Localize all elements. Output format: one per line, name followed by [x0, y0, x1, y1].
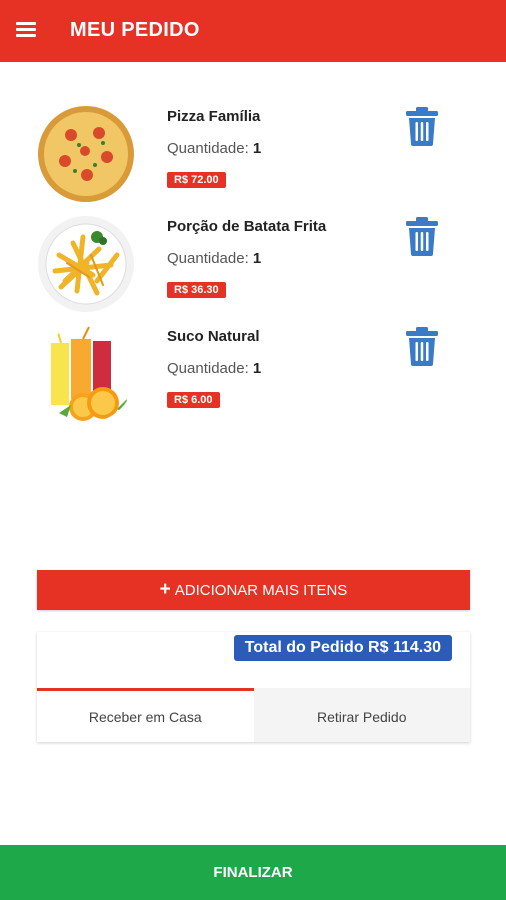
order-summary-card: Total do Pedido R$ 114.30 Receber em Cas…	[37, 632, 470, 742]
price-badge: R$ 72.00	[167, 172, 226, 188]
item-quantity: Quantidade: 1	[167, 250, 261, 267]
tab-label: Retirar Pedido	[317, 708, 407, 725]
fries-image	[37, 215, 135, 313]
juice-image	[37, 325, 135, 423]
quantity-value: 1	[252, 360, 262, 377]
app-bar: MEU PEDIDO	[0, 0, 506, 62]
quantity-label: Quantidade:	[167, 250, 249, 267]
price-badge: R$ 36.30	[167, 282, 226, 298]
hamburger-menu-icon[interactable]	[16, 22, 36, 38]
trash-icon[interactable]	[404, 216, 440, 256]
quantity-label: Quantidade:	[167, 140, 249, 157]
list-item: Pizza Família Quantidade: 1 R$ 72.00	[0, 100, 506, 210]
add-more-label: ADICIONAR MAIS ITENS	[174, 581, 348, 599]
finalize-label: FINALIZAR	[213, 864, 293, 881]
item-quantity: Quantidade: 1	[167, 360, 261, 377]
tab-retirar-pedido[interactable]: Retirar Pedido	[253, 688, 470, 742]
item-name: Pizza Família	[167, 108, 261, 125]
list-item: Porção de Batata Frita Quantidade: 1 R$ …	[0, 210, 506, 320]
item-name: Porção de Batata Frita	[167, 218, 327, 235]
quantity-label: Quantidade:	[167, 360, 249, 377]
order-total-badge: Total do Pedido R$ 114.30	[233, 635, 452, 661]
delivery-tabs: Receber em Casa Retirar Pedido	[37, 688, 470, 742]
trash-icon[interactable]	[404, 326, 440, 366]
item-name: Suco Natural	[167, 328, 260, 345]
list-item: Suco Natural Quantidade: 1 R$ 6.00	[0, 320, 506, 430]
plus-icon: +	[159, 579, 171, 600]
finalize-button[interactable]: FINALIZAR	[0, 845, 506, 900]
price-badge: R$ 6.00	[167, 392, 220, 408]
tab-label: Receber em Casa	[88, 708, 202, 725]
page-title: MEU PEDIDO	[70, 19, 200, 41]
trash-icon[interactable]	[404, 106, 440, 146]
add-more-items-button[interactable]: + ADICIONAR MAIS ITENS	[37, 570, 470, 610]
pizza-image	[37, 105, 135, 203]
quantity-value: 1	[252, 250, 262, 267]
tab-receber-em-casa[interactable]: Receber em Casa	[37, 688, 254, 742]
quantity-value: 1	[252, 140, 262, 157]
item-quantity: Quantidade: 1	[167, 140, 261, 157]
